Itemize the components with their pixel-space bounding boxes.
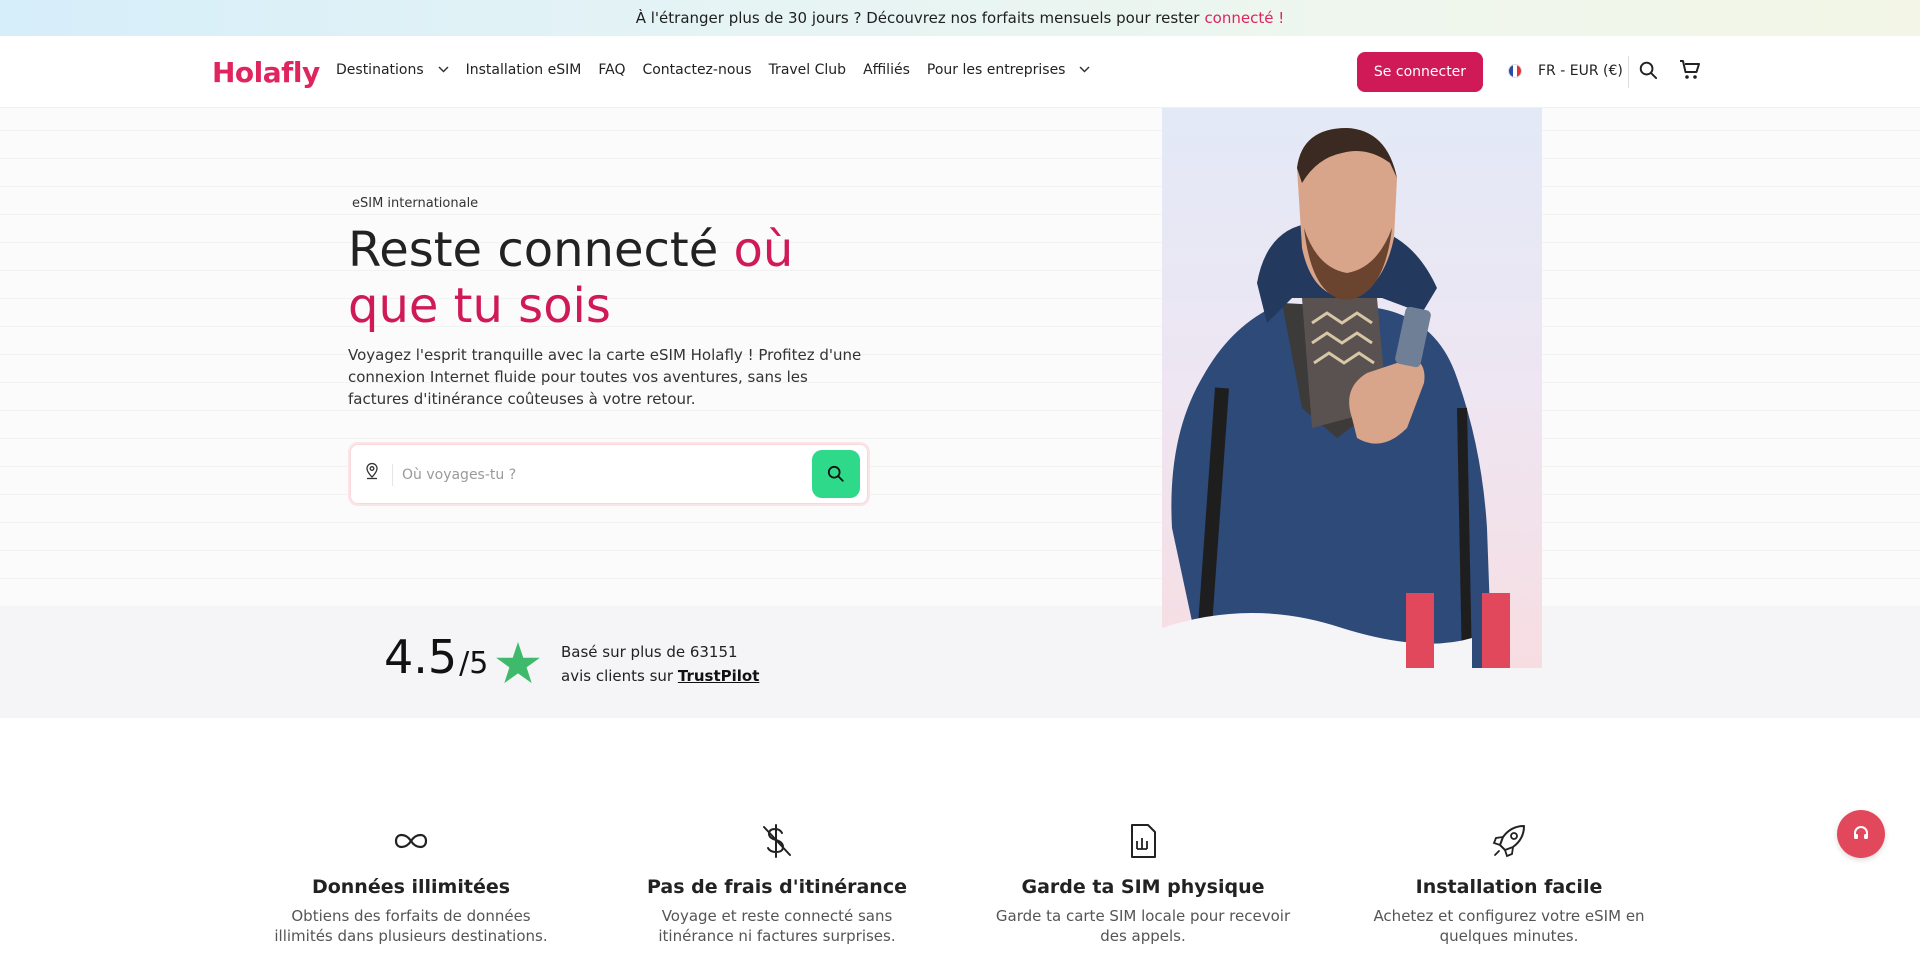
infinity-icon bbox=[261, 820, 561, 862]
trustpilot-link[interactable]: TrustPilot bbox=[678, 667, 760, 685]
locale-selector[interactable]: FR - EUR (€) bbox=[1508, 63, 1623, 79]
hero-title-part3: que tu sois bbox=[348, 278, 611, 334]
nav-item-label: Affiliés bbox=[863, 62, 910, 78]
nav-item-destinations[interactable]: Destinations bbox=[336, 62, 449, 78]
feature-description: Voyage et reste connecté sans itinérance… bbox=[658, 907, 896, 945]
feature-title: Installation facile bbox=[1415, 876, 1603, 898]
location-pin-icon bbox=[364, 462, 380, 484]
feature-title: Données illimitées bbox=[311, 876, 511, 898]
hero-title-part1: Reste connecté bbox=[348, 222, 719, 278]
nav-item-contact[interactable]: Contactez-nous bbox=[642, 62, 751, 78]
nav-item-travel-club[interactable]: Travel Club bbox=[769, 62, 847, 78]
nav-divider bbox=[1628, 56, 1629, 88]
main-nav: Holafly Destinations Installation eSIM F… bbox=[0, 36, 1920, 108]
traveler-illustration bbox=[1162, 128, 1510, 668]
hero-title-part2: où bbox=[733, 222, 794, 278]
nav-item-faq[interactable]: FAQ bbox=[598, 62, 625, 78]
sim-card-icon bbox=[993, 820, 1293, 862]
login-button[interactable]: Se connecter bbox=[1357, 52, 1483, 92]
nav-item-label: Contactez-nous bbox=[642, 62, 752, 78]
rating-out-of: /5 bbox=[459, 646, 489, 681]
rating-line1: Basé sur plus de 63151 bbox=[561, 643, 738, 661]
nav-item-label: Travel Club bbox=[768, 62, 847, 78]
nav-item-label: Destinations bbox=[336, 62, 424, 78]
nav-item-business[interactable]: Pour les entreprises bbox=[927, 62, 1091, 78]
destination-search-input[interactable] bbox=[402, 460, 802, 490]
france-flag-icon bbox=[1508, 64, 1522, 78]
hero-section bbox=[0, 108, 1920, 606]
hero-eyebrow: eSIM internationale bbox=[352, 196, 479, 211]
rocket-icon bbox=[1359, 820, 1659, 862]
feature-unlimited-data: Données illimitées Obtiens des forfaits … bbox=[261, 820, 561, 946]
nav-item-label: FAQ bbox=[598, 62, 626, 78]
no-dollar-icon bbox=[627, 820, 927, 862]
rating-band bbox=[0, 606, 1920, 718]
cart-icon[interactable] bbox=[1678, 58, 1702, 82]
rating-line2: avis clients sur bbox=[561, 667, 674, 685]
feature-no-roaming: Pas de frais d'itinérance Voyage et rest… bbox=[627, 820, 927, 946]
hero-image bbox=[1162, 108, 1542, 668]
rating-score-value: 4.5 bbox=[384, 630, 458, 684]
headset-icon bbox=[1854, 826, 1868, 839]
promo-banner-highlight[interactable]: connecté ! bbox=[1204, 9, 1284, 27]
support-chat-button[interactable] bbox=[1837, 810, 1885, 858]
search-icon bbox=[827, 465, 844, 482]
promo-banner-text: À l'étranger plus de 30 jours ? Découvre… bbox=[635, 9, 1200, 27]
destination-search bbox=[348, 442, 870, 506]
nav-menu: Destinations Installation eSIM FAQ Conta… bbox=[336, 62, 1107, 78]
nav-item-label: Pour les entreprises bbox=[926, 62, 1066, 78]
nav-item-affiliates[interactable]: Affiliés bbox=[863, 62, 910, 78]
holafly-logo[interactable]: Holafly bbox=[212, 56, 320, 89]
hero-title: Reste connecté où que tu sois bbox=[348, 222, 808, 334]
feature-easy-install: Installation facile Achetez et configure… bbox=[1359, 820, 1659, 946]
feature-description: Obtiens des forfaits de données illimité… bbox=[274, 907, 548, 945]
search-submit-button[interactable] bbox=[812, 450, 860, 498]
trustpilot-text: Basé sur plus de 63151 avis clients sur … bbox=[561, 640, 759, 688]
feature-title: Garde ta SIM physique bbox=[1021, 876, 1265, 898]
nav-item-label: Installation eSIM bbox=[465, 62, 582, 78]
rating-score: 4.5/5 bbox=[384, 630, 488, 684]
feature-keep-sim: Garde ta SIM physique Garde ta carte SIM… bbox=[993, 820, 1293, 946]
chevron-down-icon bbox=[438, 65, 449, 76]
search-divider bbox=[392, 464, 393, 486]
search-icon[interactable] bbox=[1636, 58, 1660, 82]
feature-description: Achetez et configurez votre eSIM en quel… bbox=[1373, 907, 1645, 945]
locale-label: FR - EUR (€) bbox=[1538, 63, 1623, 79]
feature-title: Pas de frais d'itinérance bbox=[647, 876, 907, 898]
nav-item-installation[interactable]: Installation eSIM bbox=[466, 62, 582, 78]
trustpilot-star-icon bbox=[496, 642, 540, 688]
chevron-down-icon bbox=[1079, 65, 1091, 76]
promo-banner[interactable]: À l'étranger plus de 30 jours ? Découvre… bbox=[0, 0, 1920, 36]
feature-description: Garde ta carte SIM locale pour recevoir … bbox=[995, 907, 1291, 945]
hero-lead: Voyagez l'esprit tranquille avec la cart… bbox=[348, 346, 862, 408]
